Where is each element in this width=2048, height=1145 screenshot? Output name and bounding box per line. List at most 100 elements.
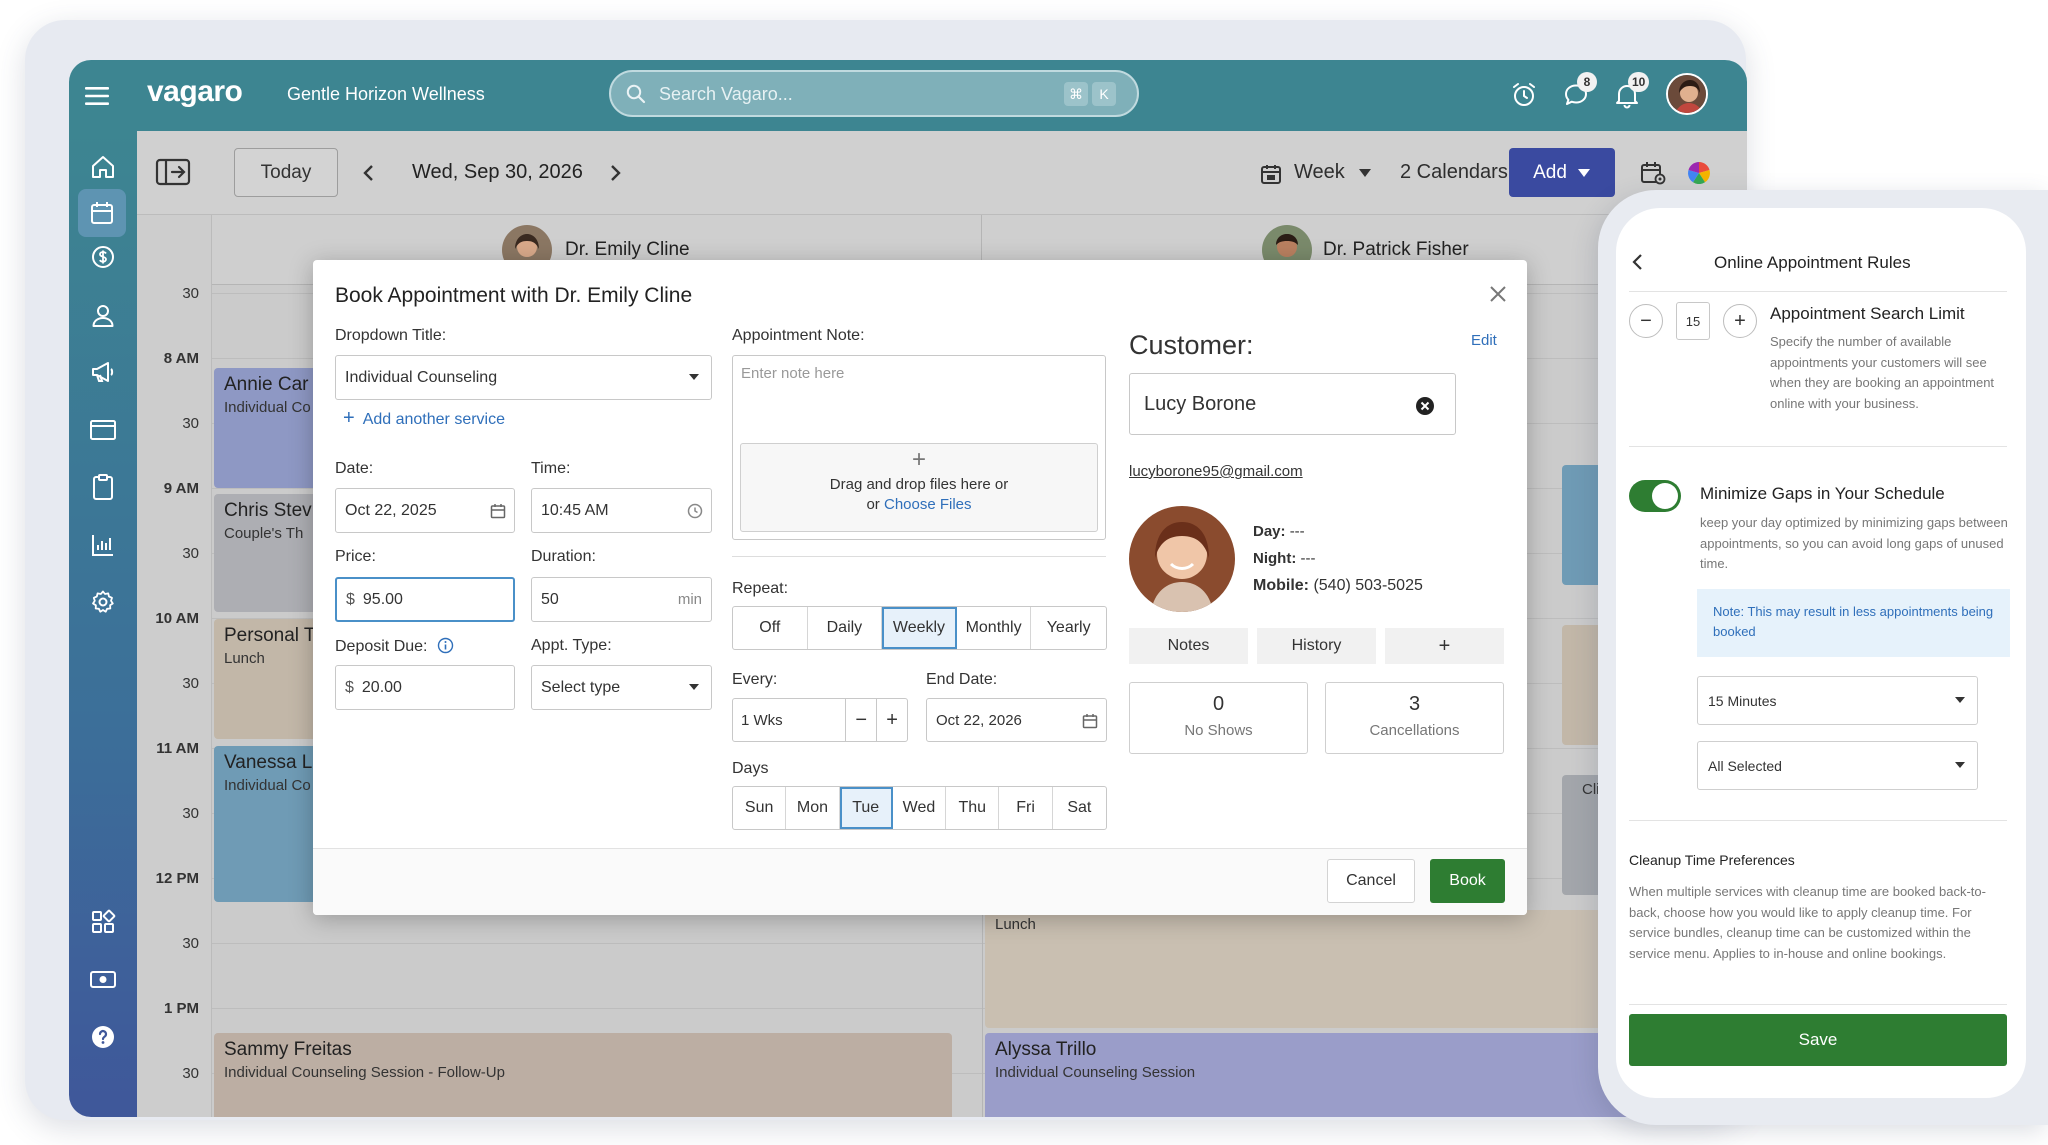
- repeat-option-weekly[interactable]: Weekly: [882, 607, 957, 649]
- modal-footer: Cancel Book: [313, 848, 1527, 915]
- duration-field[interactable]: 50 min: [531, 577, 712, 622]
- duration-value: 50: [541, 590, 559, 608]
- minus-button[interactable]: −: [845, 699, 876, 741]
- cancel-button[interactable]: Cancel: [1327, 859, 1415, 903]
- user-avatar[interactable]: [1666, 73, 1708, 115]
- gap-services-select[interactable]: All Selected: [1697, 741, 1978, 790]
- calendar-icon[interactable]: [78, 189, 126, 237]
- provider-name-2: Dr. Patrick Fisher: [1323, 239, 1469, 260]
- day-option-tue[interactable]: Tue: [839, 787, 893, 829]
- appointment-client: Sammy Freitas: [224, 1039, 352, 1060]
- dollar-icon[interactable]: [87, 241, 119, 273]
- every-stepper[interactable]: 1 Wks − +: [732, 698, 908, 742]
- appointment-note-area[interactable]: Enter note here + Drag and drop files he…: [732, 355, 1106, 540]
- info-icon[interactable]: [437, 637, 454, 654]
- megaphone-icon[interactable]: [87, 356, 119, 388]
- appointment-note-label: Appointment Note:: [732, 327, 865, 344]
- end-date-field[interactable]: Oct 22, 2026: [926, 698, 1107, 742]
- customer-day: Day: ---: [1253, 523, 1305, 540]
- time-value: 10:45 AM: [541, 501, 609, 519]
- appointment-service: Lunch: [995, 916, 1036, 933]
- color-wheel-icon[interactable]: [1687, 161, 1711, 185]
- price-field[interactable]: $95.00: [335, 577, 515, 622]
- day-option-sun[interactable]: Sun: [733, 787, 787, 829]
- top-bar: vagaro Gentle Horizon Wellness Search Va…: [69, 60, 1747, 131]
- alarm-clock-icon[interactable]: [1509, 80, 1539, 110]
- deposit-field[interactable]: $20.00: [335, 665, 515, 710]
- book-button[interactable]: Book: [1430, 859, 1505, 903]
- calendars-select[interactable]: 2 Calendars: [1400, 161, 1508, 184]
- clipboard-icon[interactable]: [87, 471, 119, 503]
- every-value: 1 Wks: [741, 711, 783, 729]
- add-button[interactable]: Add: [1509, 148, 1615, 197]
- calendar-settings-icon[interactable]: [1639, 159, 1667, 187]
- notes-tab[interactable]: Notes: [1129, 628, 1248, 664]
- day-label: Day:: [1253, 523, 1286, 540]
- choose-files-link[interactable]: Choose Files: [884, 496, 972, 513]
- next-date-chevron-icon[interactable]: [603, 161, 627, 185]
- vagaro-logo[interactable]: vagaro: [147, 75, 243, 109]
- add-tab[interactable]: +: [1385, 628, 1504, 664]
- plus-icon: +: [911, 446, 926, 473]
- customer-night: Night: ---: [1253, 550, 1316, 567]
- appt-type-select[interactable]: Select type: [531, 665, 712, 710]
- settings-gear-icon[interactable]: [87, 586, 119, 618]
- night-value: ---: [1300, 550, 1316, 567]
- clear-icon[interactable]: [1415, 396, 1435, 416]
- reports-icon[interactable]: [87, 529, 119, 561]
- left-sidebar: [69, 131, 137, 1117]
- view-select[interactable]: Week: [1294, 161, 1345, 184]
- prev-date-chevron-icon[interactable]: [357, 161, 381, 185]
- mobile-value: (540) 503-5025: [1313, 577, 1423, 594]
- chevron-down-icon: [1955, 697, 1965, 703]
- messages-badge: 8: [1577, 72, 1597, 92]
- customers-icon[interactable]: [87, 299, 119, 331]
- customer-name-field[interactable]: Lucy Borone: [1129, 373, 1456, 435]
- limit-plus-button[interactable]: +: [1723, 304, 1757, 338]
- day-option-mon[interactable]: Mon: [786, 787, 840, 829]
- appointment-block[interactable]: Sammy Freitas Individual Counseling Sess…: [214, 1033, 952, 1117]
- day-option-thu[interactable]: Thu: [946, 787, 1000, 829]
- plus-button[interactable]: +: [876, 699, 907, 741]
- limit-value-field[interactable]: 15: [1676, 302, 1710, 340]
- close-icon[interactable]: [1486, 282, 1510, 306]
- cleanup-description: When multiple services with cleanup time…: [1629, 884, 1986, 961]
- time-field[interactable]: 10:45 AM: [531, 488, 712, 533]
- appointment-block[interactable]: Lunch: [985, 910, 1645, 1028]
- time-label: 30: [182, 675, 199, 692]
- repeat-option-monthly[interactable]: Monthly: [957, 607, 1032, 649]
- time-label: 30: [182, 935, 199, 952]
- note-text: This may result in less appointments bei…: [1713, 604, 1994, 639]
- day-option-fri[interactable]: Fri: [999, 787, 1053, 829]
- help-icon[interactable]: [87, 1021, 119, 1053]
- today-button[interactable]: Today: [234, 148, 338, 197]
- repeat-option-off[interactable]: Off: [733, 607, 808, 649]
- apps-grid-icon[interactable]: [87, 906, 119, 938]
- customer-email[interactable]: lucyborone95@gmail.com: [1129, 463, 1303, 480]
- home-icon[interactable]: [87, 151, 119, 183]
- end-date-label: End Date:: [926, 671, 998, 688]
- gap-interval-select[interactable]: 15 Minutes: [1697, 676, 1978, 725]
- repeat-option-daily[interactable]: Daily: [808, 607, 883, 649]
- edit-customer-link[interactable]: Edit: [1471, 332, 1497, 349]
- gaps-toggle[interactable]: [1629, 480, 1681, 512]
- menu-icon[interactable]: [83, 82, 111, 110]
- phone-title: Online Appointment Rules: [1714, 253, 1911, 272]
- cash-drawer-icon[interactable]: [87, 963, 119, 995]
- time-label: 30: [182, 1065, 199, 1082]
- service-select[interactable]: Individual Counseling: [335, 355, 712, 400]
- limit-minus-button[interactable]: −: [1629, 304, 1663, 338]
- day-option-sat[interactable]: Sat: [1053, 787, 1106, 829]
- save-button[interactable]: Save: [1629, 1014, 2007, 1066]
- repeat-option-yearly[interactable]: Yearly: [1031, 607, 1106, 649]
- back-chevron-icon[interactable]: [1628, 252, 1648, 272]
- date-field[interactable]: Oct 22, 2025: [335, 488, 515, 533]
- day-option-wed[interactable]: Wed: [893, 787, 947, 829]
- add-service-link[interactable]: + Add another service: [343, 407, 505, 430]
- online-booking-icon[interactable]: [87, 414, 119, 446]
- gap-services-value: All Selected: [1708, 757, 1782, 774]
- global-search[interactable]: Search Vagaro... ⌘ K: [609, 70, 1139, 117]
- file-dropzone[interactable]: + Drag and drop files here or or Choose …: [740, 443, 1098, 532]
- collapse-panel-icon[interactable]: [153, 153, 193, 191]
- history-tab[interactable]: History: [1257, 628, 1376, 664]
